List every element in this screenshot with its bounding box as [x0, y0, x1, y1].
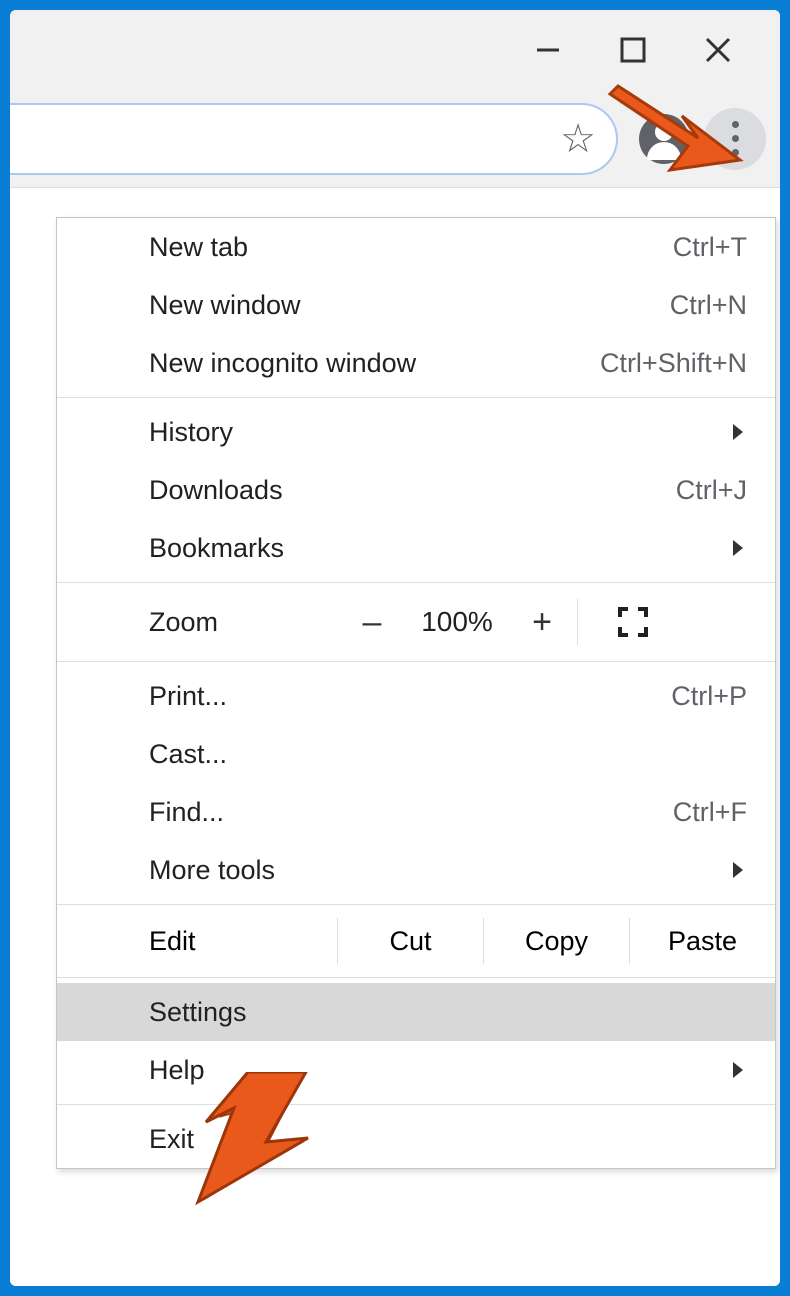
zoom-in-button[interactable]: +: [507, 603, 577, 642]
submenu-arrow-icon: [733, 540, 743, 556]
menu-separator: [57, 904, 775, 905]
menu-settings[interactable]: Settings: [57, 983, 775, 1041]
menu-edit-row: Edit Cut Copy Paste: [57, 910, 775, 972]
menu-item-label: Help: [149, 1055, 747, 1086]
menu-item-label: Downloads: [149, 475, 676, 506]
menu-item-label: New tab: [149, 232, 673, 263]
menu-separator: [57, 1104, 775, 1105]
menu-new-window[interactable]: New window Ctrl+N: [57, 276, 775, 334]
submenu-arrow-icon: [733, 1062, 743, 1078]
chrome-menu-panel: New tab Ctrl+T New window Ctrl+N New inc…: [56, 217, 776, 1169]
menu-item-label: New window: [149, 290, 670, 321]
menu-exit[interactable]: Exit: [57, 1110, 775, 1168]
profile-button[interactable]: [636, 111, 692, 167]
menu-cast[interactable]: Cast...: [57, 725, 775, 783]
minimize-icon: [533, 35, 563, 65]
menu-downloads[interactable]: Downloads Ctrl+J: [57, 461, 775, 519]
menu-item-shortcut: Ctrl+P: [671, 681, 747, 712]
menu-help[interactable]: Help: [57, 1041, 775, 1099]
maximize-button[interactable]: [590, 15, 675, 85]
menu-separator: [57, 397, 775, 398]
menu-item-label: More tools: [149, 855, 747, 886]
menu-bookmarks[interactable]: Bookmarks: [57, 519, 775, 577]
menu-item-label: History: [149, 417, 747, 448]
chrome-window: ☆ PC risk.com New tab Ctrl+T New window …: [10, 10, 780, 1286]
more-vert-icon: [732, 121, 739, 128]
menu-print[interactable]: Print... Ctrl+P: [57, 667, 775, 725]
menu-item-shortcut: Ctrl+Shift+N: [600, 348, 747, 379]
menu-incognito[interactable]: New incognito window Ctrl+Shift+N: [57, 334, 775, 392]
menu-separator: [57, 977, 775, 978]
address-bar[interactable]: ☆: [10, 103, 618, 175]
menu-item-label: Print...: [149, 681, 671, 712]
menu-zoom-row: Zoom – 100% +: [57, 588, 775, 656]
menu-item-label: New incognito window: [149, 348, 600, 379]
fullscreen-icon: [618, 607, 648, 637]
menu-item-shortcut: Ctrl+N: [670, 290, 747, 321]
edit-cut-button[interactable]: Cut: [337, 918, 483, 964]
menu-item-shortcut: Ctrl+F: [673, 797, 747, 828]
minimize-button[interactable]: [505, 15, 590, 85]
menu-more-tools[interactable]: More tools: [57, 841, 775, 899]
menu-item-label: Bookmarks: [149, 533, 747, 564]
menu-history[interactable]: History: [57, 403, 775, 461]
maximize-icon: [620, 37, 646, 63]
zoom-out-button[interactable]: –: [337, 603, 407, 642]
zoom-label: Zoom: [57, 607, 337, 638]
menu-find[interactable]: Find... Ctrl+F: [57, 783, 775, 841]
menu-separator: [57, 661, 775, 662]
menu-item-shortcut: Ctrl+T: [673, 232, 747, 263]
menu-new-tab[interactable]: New tab Ctrl+T: [57, 218, 775, 276]
edit-paste-button[interactable]: Paste: [629, 918, 775, 964]
edit-copy-button[interactable]: Copy: [483, 918, 629, 964]
submenu-arrow-icon: [733, 862, 743, 878]
menu-item-shortcut: Ctrl+J: [676, 475, 747, 506]
chrome-menu-button[interactable]: [704, 108, 766, 170]
edit-label: Edit: [57, 926, 337, 957]
close-icon: [704, 36, 732, 64]
menu-item-label: Find...: [149, 797, 673, 828]
menu-item-label: Cast...: [149, 739, 747, 770]
menu-item-label: Settings: [149, 997, 747, 1028]
bookmark-star-icon[interactable]: ☆: [560, 116, 596, 162]
menu-item-label: Exit: [149, 1124, 747, 1155]
toolbar: ☆: [10, 90, 780, 188]
fullscreen-button[interactable]: [578, 607, 688, 637]
titlebar: [10, 10, 780, 90]
profile-icon: [639, 114, 689, 164]
menu-separator: [57, 582, 775, 583]
close-button[interactable]: [675, 15, 760, 85]
zoom-value: 100%: [407, 606, 507, 638]
submenu-arrow-icon: [733, 424, 743, 440]
